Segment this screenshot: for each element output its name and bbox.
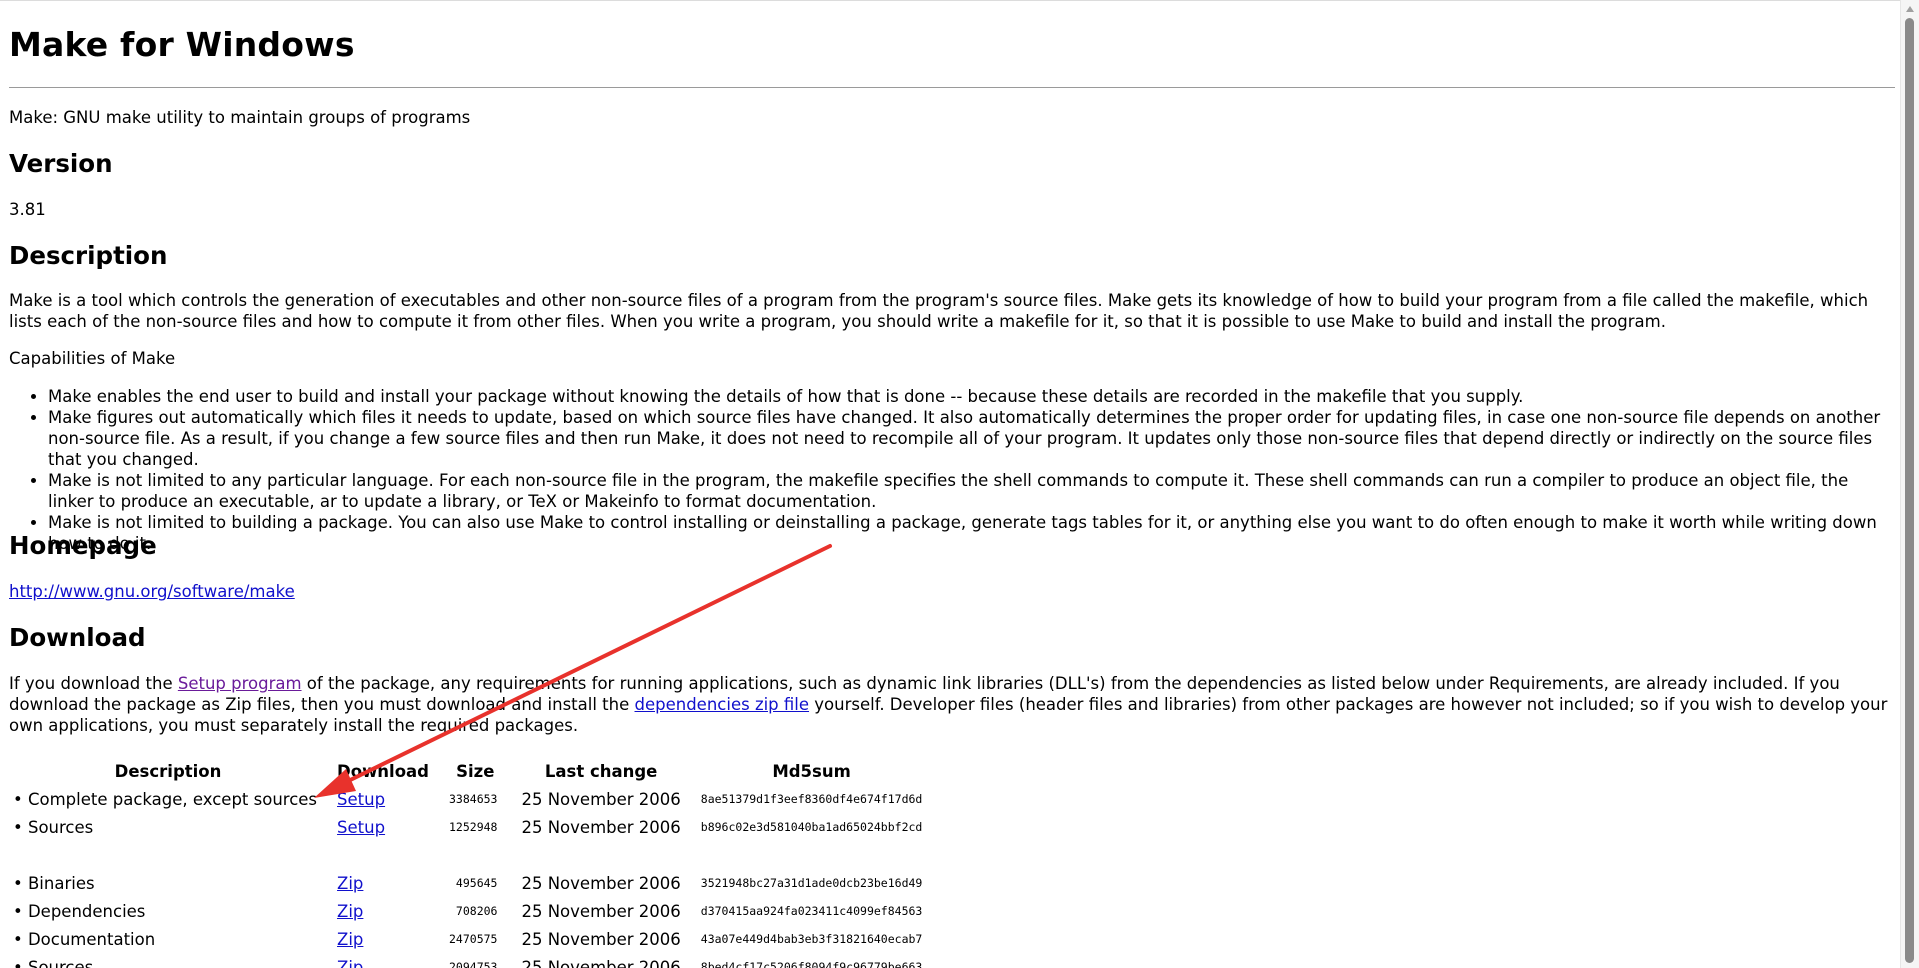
capability-item: Make is not limited to any particular la… — [48, 470, 1893, 512]
table-row: • Sources Setup 1252948 25 November 2006… — [9, 813, 932, 841]
row-md5sum: 3521948bc27a31d1ade0dcb23be16d49 — [700, 876, 923, 890]
row-md5sum: 43a07e449d4bab3eb3f31821640ecab7 — [700, 932, 923, 946]
row-last-change: 25 November 2006 — [521, 873, 681, 893]
row-size: 1252948 — [449, 820, 498, 834]
row-download: Setup — [327, 785, 439, 813]
page-title: Make for Windows — [9, 25, 355, 64]
download-heading: Download — [9, 623, 146, 652]
spacer-cell — [9, 841, 932, 869]
row-size: 2094753 — [449, 960, 498, 968]
homepage-line: http://www.gnu.org/software/make — [9, 581, 1889, 602]
table-row: • Sources Zip 2094753 25 November 2006 8… — [9, 953, 932, 968]
header-description: Description — [114, 761, 222, 781]
row-last-change: 25 November 2006 — [521, 901, 681, 921]
table-row: • Dependencies Zip 708206 25 November 20… — [9, 897, 932, 925]
title-divider — [9, 87, 1895, 88]
row-md5sum: 8ae51379d1f3eef8360df4e674f17d6d — [700, 792, 923, 806]
row-description: • Dependencies — [13, 901, 146, 921]
header-size: Size — [456, 761, 495, 781]
header-download: Download — [337, 761, 429, 781]
row-description: • Sources — [13, 957, 94, 968]
capability-item: Make figures out automatically which fil… — [48, 407, 1893, 470]
scroll-up-arrow-icon[interactable] — [1906, 6, 1914, 12]
capability-item: Make is not limited to building a packag… — [48, 512, 1893, 554]
row-download: Zip — [327, 897, 439, 925]
header-md5sum: Md5sum — [772, 761, 851, 781]
setup-download-link[interactable]: Setup — [337, 818, 385, 837]
description-paragraph: Make is a tool which controls the genera… — [9, 291, 1869, 331]
capabilities-title: Capabilities of Make — [9, 349, 176, 368]
setup-download-link[interactable]: Setup — [337, 790, 385, 809]
table-row: • Documentation Zip 2470575 25 November … — [9, 925, 932, 953]
description-heading: Description — [9, 241, 168, 270]
page-subtitle: Make: GNU make utility to maintain group… — [9, 108, 471, 127]
homepage-link[interactable]: http://www.gnu.org/software/make — [9, 582, 295, 601]
row-md5sum: d370415aa924fa023411c4099ef84563 — [700, 904, 923, 918]
row-description: • Documentation — [13, 929, 156, 949]
vertical-scrollbar[interactable] — [1900, 0, 1919, 968]
web-page: Make for Windows Make: GNU make utility … — [0, 0, 1900, 968]
row-description: • Sources — [13, 817, 94, 837]
row-md5sum: 8bed4cf17c5206f8094f9c96779be663 — [700, 960, 923, 968]
download-intro-text: If you download the — [9, 674, 178, 693]
zip-download-link[interactable]: Zip — [337, 930, 363, 949]
scrollbar-thumb[interactable] — [1905, 18, 1914, 963]
table-spacer-row — [9, 841, 932, 869]
table-header-row: Description Download Size Last change Md… — [9, 757, 932, 785]
download-table: Description Download Size Last change Md… — [9, 757, 932, 968]
download-intro: If you download the Setup program of the… — [9, 673, 1889, 736]
zip-download-link[interactable]: Zip — [337, 874, 363, 893]
row-download: Zip — [327, 869, 439, 897]
row-last-change: 25 November 2006 — [521, 817, 681, 837]
row-download: Setup — [327, 813, 439, 841]
zip-download-link[interactable]: Zip — [337, 958, 363, 968]
capabilities-list: Make enables the end user to build and i… — [9, 386, 1893, 554]
row-download: Zip — [327, 925, 439, 953]
dependencies-zip-link[interactable]: dependencies zip file — [635, 695, 810, 714]
capability-item: Make enables the end user to build and i… — [48, 386, 1893, 407]
setup-program-link[interactable]: Setup program — [178, 674, 302, 693]
row-description: • Binaries — [13, 873, 95, 893]
row-size: 708206 — [455, 904, 498, 918]
zip-download-link[interactable]: Zip — [337, 902, 363, 921]
row-size: 2470575 — [449, 932, 498, 946]
row-last-change: 25 November 2006 — [521, 929, 681, 949]
row-last-change: 25 November 2006 — [521, 957, 681, 968]
row-last-change: 25 November 2006 — [521, 789, 681, 809]
row-size: 3384653 — [449, 792, 498, 806]
row-md5sum: b896c02e3d581040ba1ad65024bbf2cd — [700, 820, 923, 834]
row-description: • Complete package, except sources — [13, 789, 318, 809]
row-size: 495645 — [455, 876, 498, 890]
row-download: Zip — [327, 953, 439, 968]
version-heading: Version — [9, 149, 113, 178]
table-row: • Complete package, except sources Setup… — [9, 785, 932, 813]
homepage-heading: Homepage — [9, 531, 157, 560]
table-row: • Binaries Zip 495645 25 November 2006 3… — [9, 869, 932, 897]
header-last-change: Last change — [544, 761, 658, 781]
version-value: 3.81 — [9, 200, 46, 219]
